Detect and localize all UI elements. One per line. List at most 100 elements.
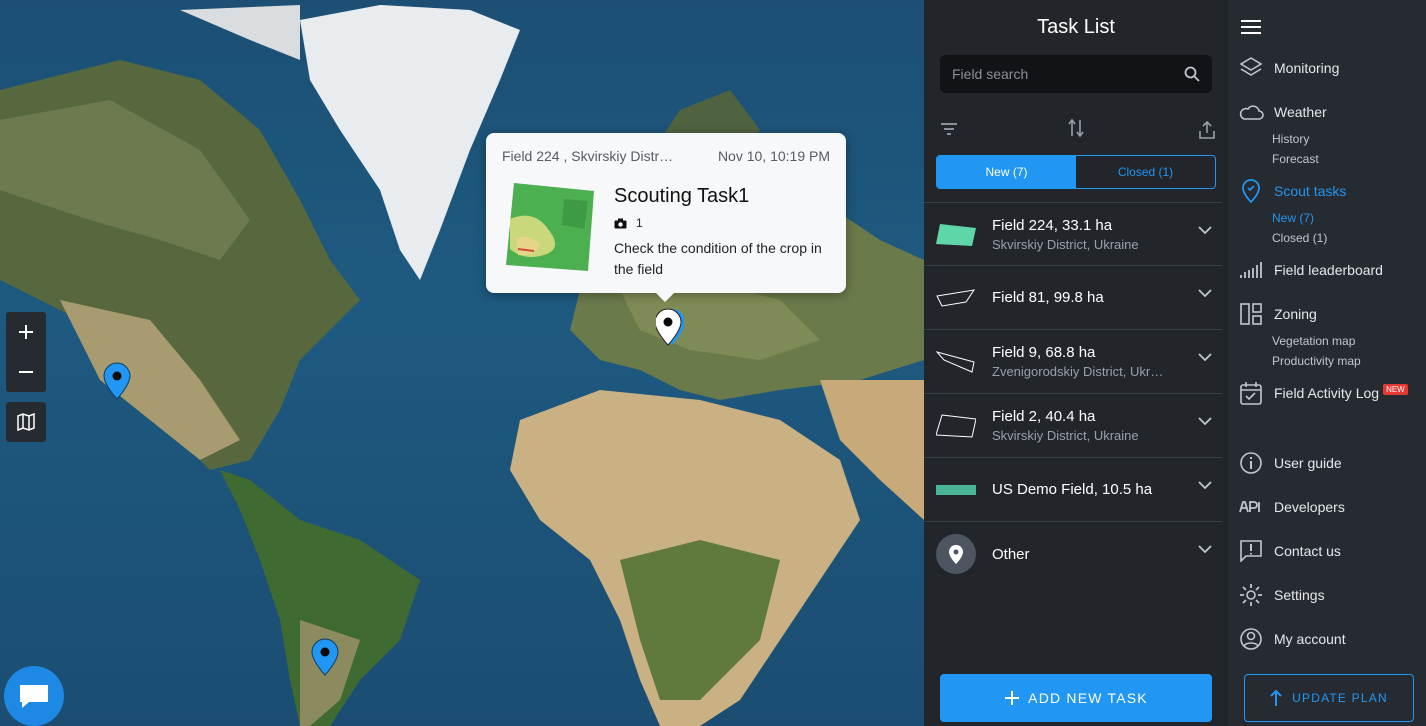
popup-header: Field 224 , Skvirskiy Distr… Nov 10, 10:…	[502, 148, 830, 164]
gear-icon	[1238, 582, 1264, 608]
list-toolbar	[924, 118, 1228, 142]
list-item[interactable]: Field 224, 33.1 ha Skvirskiy District, U…	[924, 202, 1222, 266]
new-badge: NEW	[1383, 383, 1408, 395]
field-shape-icon	[936, 346, 976, 378]
popup-photo-count: 1	[614, 216, 643, 230]
zoom-in-button[interactable]	[6, 312, 46, 352]
arrow-up-icon	[1270, 689, 1282, 706]
camera-icon	[614, 218, 627, 228]
cloud-icon	[1238, 99, 1264, 125]
nav-label: Contact us	[1274, 543, 1341, 559]
nav-scout-new[interactable]: New (7)	[1272, 211, 1314, 225]
feedback-icon	[1238, 538, 1264, 564]
list-item[interactable]: Field 2, 40.4 ha Skvirskiy District, Ukr…	[924, 394, 1222, 458]
search-icon[interactable]	[1184, 66, 1200, 82]
chevron-down-icon	[1198, 481, 1212, 490]
nav-zoning[interactable]: Zoning	[1238, 301, 1317, 327]
calendar-check-icon	[1238, 380, 1264, 406]
item-title: Field 224, 33.1 ha	[992, 216, 1113, 234]
popup-date: Nov 10, 10:19 PM	[717, 148, 830, 164]
zoning-icon	[1238, 301, 1264, 327]
nav-user-guide[interactable]: User guide	[1238, 450, 1342, 476]
nav-weather-forecast[interactable]: Forecast	[1272, 152, 1319, 166]
map-layers-button[interactable]	[6, 402, 46, 442]
task-list: Field 224, 33.1 ha Skvirskiy District, U…	[924, 202, 1222, 586]
api-icon	[1238, 494, 1264, 520]
nav-label: My account	[1274, 631, 1346, 647]
sort-icon[interactable]	[1068, 118, 1084, 143]
tab-closed[interactable]: Closed (1)	[1076, 156, 1215, 188]
nav-label: Zoning	[1274, 306, 1317, 322]
location-icon	[936, 534, 976, 574]
field-shape-icon	[936, 282, 976, 314]
satellite-map[interactable]: Field 224 , Skvirskiy Distr… Nov 10, 10:…	[0, 0, 924, 726]
field-shape-icon	[936, 218, 976, 250]
nav-settings[interactable]: Settings	[1238, 582, 1325, 608]
chevron-down-icon	[1198, 417, 1212, 426]
minus-icon	[19, 371, 33, 373]
status-tabs: New (7) Closed (1)	[936, 155, 1216, 189]
popup-title: Scouting Task1	[614, 185, 750, 207]
location-pin-icon[interactable]	[656, 308, 684, 346]
nav-label: Scout tasks	[1274, 183, 1347, 199]
nav-weather[interactable]: Weather	[1238, 99, 1327, 125]
add-task-label: ADD NEW TASK	[1028, 690, 1148, 706]
info-icon	[1238, 450, 1264, 476]
nav-my-account[interactable]: My account	[1238, 626, 1346, 652]
list-item[interactable]: US Demo Field, 10.5 ha	[924, 458, 1222, 522]
map-layers-control	[6, 402, 46, 442]
nav-label: Developers	[1274, 499, 1345, 515]
nav-field-leaderboard[interactable]: Field leaderboard	[1238, 257, 1383, 283]
list-item[interactable]: Field 9, 68.8 ha Zvenigorodskiy District…	[924, 330, 1222, 394]
nav-label: Monitoring	[1274, 60, 1340, 76]
world-map-graphic	[0, 5, 924, 726]
panel-title: Task List	[1037, 16, 1115, 38]
nav-label: User guide	[1274, 455, 1342, 471]
task-popup[interactable]: Field 224 , Skvirskiy Distr… Nov 10, 10:…	[486, 133, 846, 302]
item-title: Field 9, 68.8 ha	[992, 344, 1096, 361]
list-item[interactable]: Field 81, 99.8 ha	[924, 266, 1222, 330]
popup-field-name: Field 224 , Skvirskiy Distr…	[502, 148, 674, 164]
nav-label: Settings	[1274, 587, 1325, 603]
nav-developers[interactable]: Developers	[1238, 494, 1345, 520]
zoom-out-button[interactable]	[6, 352, 46, 392]
nav-field-activity-log[interactable]: Field Activity Log NEW	[1238, 380, 1408, 406]
filter-icon[interactable]	[940, 122, 958, 141]
nav-contact-us[interactable]: Contact us	[1238, 538, 1341, 564]
search-input[interactable]	[952, 66, 1184, 82]
location-pin-icon	[1238, 178, 1264, 204]
field-thumbnail	[506, 183, 594, 271]
map-icon	[17, 413, 35, 431]
nav-scout-closed[interactable]: Closed (1)	[1272, 231, 1327, 245]
plus-icon	[1005, 691, 1020, 705]
nav-weather-history[interactable]: History	[1272, 132, 1309, 146]
export-icon[interactable]	[1198, 120, 1216, 145]
nav-label: Weather	[1274, 104, 1327, 120]
location-pin-icon[interactable]	[311, 638, 339, 676]
add-new-task-button[interactable]: ADD NEW TASK	[940, 674, 1212, 722]
tab-new[interactable]: New (7)	[937, 156, 1076, 188]
chat-button[interactable]	[4, 666, 64, 726]
hamburger-menu-icon[interactable]	[1240, 18, 1262, 36]
item-title: Field 2, 40.4 ha	[992, 408, 1096, 425]
layers-icon	[1238, 55, 1264, 81]
nav-label: Field leaderboard	[1274, 262, 1383, 278]
main-navigation: Monitoring Weather History Forecast Scou…	[1228, 0, 1426, 726]
nav-scout-tasks[interactable]: Scout tasks	[1238, 178, 1346, 204]
item-title: Field 81, 99.8 ha	[992, 289, 1104, 306]
chevron-down-icon	[1198, 353, 1212, 362]
update-plan-label: UPDATE PLAN	[1292, 691, 1388, 705]
nav-productivity-map[interactable]: Productivity map	[1272, 354, 1361, 368]
item-title: US Demo Field, 10.5 ha	[992, 481, 1153, 498]
photo-count-value: 1	[636, 216, 643, 230]
item-subtitle: Zvenigorodskiy District, Ukr…	[992, 364, 1164, 379]
task-list-panel: Task List New (7) Closed (1)	[924, 0, 1228, 726]
list-item[interactable]: Other	[924, 522, 1222, 586]
update-plan-button[interactable]: UPDATE PLAN	[1244, 674, 1414, 722]
nav-vegetation-map[interactable]: Vegetation map	[1272, 334, 1355, 348]
item-title: Other	[992, 545, 1030, 563]
chat-icon	[20, 685, 48, 708]
item-subtitle: Skvirskiy District, Ukraine	[992, 428, 1139, 443]
location-pin-icon[interactable]	[103, 362, 131, 400]
nav-monitoring[interactable]: Monitoring	[1238, 55, 1339, 81]
